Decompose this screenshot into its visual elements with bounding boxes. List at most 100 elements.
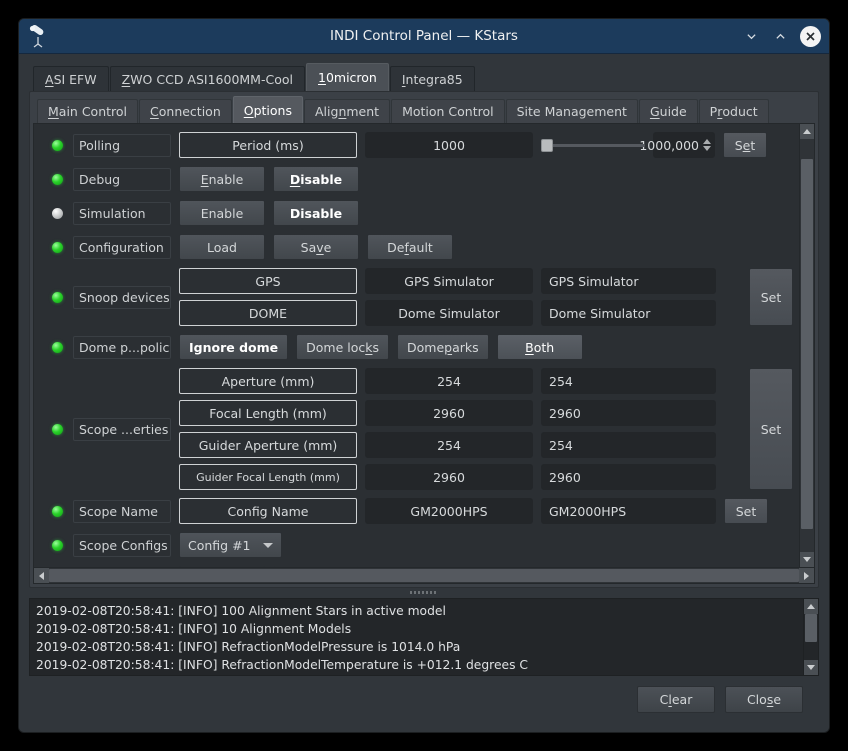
spinbox-up-icon[interactable] xyxy=(703,139,711,144)
scope-aperture-name: Aperture (mm) xyxy=(179,368,357,394)
splitter-grip-dots xyxy=(410,591,438,594)
scroll-down-icon[interactable] xyxy=(800,552,814,567)
slider-handle[interactable] xyxy=(541,138,553,152)
spinbox-arrows[interactable] xyxy=(703,139,711,151)
close-button[interactable]: Clo s e xyxy=(725,685,803,713)
log-scroll-thumb[interactable] xyxy=(805,614,817,642)
joystick-enable-button[interactable]: Enable xyxy=(179,566,265,567)
window-body: A SI EFW Z WO CCD ASI1600MM-Cool 1 0micron … xyxy=(19,54,829,732)
scope-configs-selected-value: Config #1 xyxy=(188,537,251,553)
scope-name-set-button[interactable]: Set xyxy=(724,498,768,524)
dome-policy-dome-locks-button[interactable]: Dome loc k s xyxy=(296,334,389,360)
debug-enable-button[interactable]: Enable xyxy=(179,166,265,192)
debug-disable-button[interactable]: Disable xyxy=(273,166,359,192)
config-save-button[interactable]: Sa v e xyxy=(273,234,359,260)
property-label-scope-name: Scope Name xyxy=(73,499,171,523)
log-scroll-down-icon[interactable] xyxy=(804,660,818,675)
dome-policy-dome-parks-button[interactable]: Dome p arks xyxy=(397,334,489,360)
spinbox-down-icon[interactable] xyxy=(703,146,711,151)
log-line: 2019-02-08T20:58:41: [INFO] 100 Alignmen… xyxy=(36,604,446,618)
status-led-configuration xyxy=(52,241,63,253)
tab-guide[interactable]: Guide xyxy=(638,99,698,123)
tab-connection[interactable]: Connection xyxy=(139,99,232,123)
polling-slider[interactable] xyxy=(541,134,645,156)
config-load-button[interactable]: Load xyxy=(179,234,265,260)
tab-alignment[interactable]: Alig n ment xyxy=(304,99,391,123)
status-led-snoop-devices xyxy=(52,291,63,303)
device-tab-asi-efw[interactable]: A SI EFW xyxy=(33,66,109,91)
scroll-left-icon[interactable] xyxy=(34,568,49,583)
scope-config-name-label: Config Name xyxy=(179,498,357,524)
snoop-gps-input[interactable]: GPS Simulator xyxy=(541,268,716,294)
device-tab-zwo-ccd[interactable]: Z WO CCD ASI1600MM-Cool xyxy=(109,66,305,91)
telescope-icon xyxy=(25,23,51,49)
spinbox-value: 1000,000 xyxy=(639,137,699,153)
device-tab-integra85[interactable]: Integra85 xyxy=(389,66,475,91)
property-label-configuration: Configuration xyxy=(73,235,171,259)
scope-configs-dropdown[interactable]: Config #1 xyxy=(179,532,282,558)
minimize-button[interactable] xyxy=(742,27,760,45)
tab-label: Site Management xyxy=(516,104,627,119)
scope-guider-aperture-value: 254 xyxy=(365,432,533,458)
dialog-button-bar: Cl ear Clo s e xyxy=(29,676,819,722)
vertical-scroll-thumb[interactable] xyxy=(801,159,813,529)
property-row-snoop-devices: Snoop devices GPS GPS Simulator GPS Simu… xyxy=(34,264,799,330)
scope-guider-focal-length-input[interactable]: 2960 xyxy=(541,464,716,490)
tab-site-management[interactable]: Site Management xyxy=(505,99,638,123)
property-row-debug: Debug Enable Disable xyxy=(34,162,799,196)
maximize-button[interactable] xyxy=(771,27,789,45)
tab-product[interactable]: Pr oduct xyxy=(698,99,769,123)
tab-main-control[interactable]: Main Control xyxy=(37,99,139,123)
property-row-polling: Polling Period (ms) 1000 1000,000 S e t xyxy=(34,128,799,162)
scope-guider-aperture-input[interactable]: 254 xyxy=(541,432,716,458)
simulation-enable-button[interactable]: Enable xyxy=(179,200,265,226)
log-scroll-up-icon[interactable] xyxy=(804,599,818,614)
log-vertical-scrollbar[interactable] xyxy=(803,599,818,675)
device-panel: Main Control Connection Options Alig n men… xyxy=(29,91,819,588)
tab-options[interactable]: Options xyxy=(232,96,303,123)
status-led-debug xyxy=(52,173,63,185)
device-tab-10micron[interactable]: 1 0micron xyxy=(305,63,389,91)
property-label-simulation: Simulation xyxy=(73,201,171,225)
tab-label: Motion Control xyxy=(402,104,494,119)
property-row-scope-name: Scope Name Config Name GM2000HPS GM2000H… xyxy=(34,494,799,528)
scope-guider-aperture-name: Guider Aperture (mm) xyxy=(179,432,357,458)
horizontal-scroll-track[interactable] xyxy=(49,568,799,583)
slider-groove xyxy=(541,143,645,147)
close-icon[interactable] xyxy=(800,25,821,47)
scope-guider-focal-length-name: Guider Focal Length (mm) xyxy=(179,464,357,490)
snoop-dome-input[interactable]: Dome Simulator xyxy=(541,300,716,326)
scroll-up-icon[interactable] xyxy=(800,124,814,139)
device-tab-label: SI EFW xyxy=(53,71,97,87)
scope-focal-length-value: 2960 xyxy=(365,400,533,426)
polling-set-button[interactable]: Set xyxy=(723,132,767,158)
property-label-scope-properties: Scope ...erties xyxy=(73,417,171,441)
joystick-disable-button[interactable]: Disable xyxy=(273,566,359,567)
polling-spinbox[interactable]: 1000,000 xyxy=(639,132,715,158)
log-output-box: 2019-02-08T20:58:41: [INFO] 100 Alignmen… xyxy=(29,598,819,676)
device-tab-label: WO CCD ASI1600MM-Cool xyxy=(130,71,293,87)
vertical-scroll-track[interactable] xyxy=(800,139,814,552)
snoop-set-button[interactable]: Set xyxy=(749,268,793,326)
property-tab-bar: Main Control Connection Options Alig n men… xyxy=(33,96,815,123)
options-vertical-scrollbar[interactable] xyxy=(799,124,814,567)
scroll-right-icon[interactable] xyxy=(799,568,814,583)
horizontal-scroll-thumb[interactable] xyxy=(49,569,799,582)
clear-button[interactable]: Cl ear xyxy=(637,685,715,713)
log-scroll-track[interactable] xyxy=(804,614,818,660)
dome-policy-both-button[interactable]: Both xyxy=(496,334,583,360)
scope-focal-length-input[interactable]: 2960 xyxy=(541,400,716,426)
tab-motion-control[interactable]: Motion Control xyxy=(391,99,505,123)
title-bar: INDI Control Panel — KStars xyxy=(19,19,829,54)
options-horizontal-scrollbar[interactable] xyxy=(33,568,815,584)
dome-policy-ignore-dome-button[interactable]: Ignore dome xyxy=(179,334,289,360)
scope-properties-set-button[interactable]: Set xyxy=(749,368,793,490)
indi-control-panel-window: INDI Control Panel — KStars A SI EFW Z WO … xyxy=(18,18,830,733)
scope-aperture-input[interactable]: 254 xyxy=(541,368,716,394)
config-default-button[interactable]: De f ault xyxy=(367,234,453,260)
splitter-handle[interactable] xyxy=(29,588,819,597)
scope-name-input[interactable]: GM2000HPS xyxy=(541,498,716,524)
chevron-down-icon xyxy=(262,542,273,548)
property-label-scope-configs: Scope Configs xyxy=(73,533,171,557)
simulation-disable-button[interactable]: Disable xyxy=(273,200,359,226)
